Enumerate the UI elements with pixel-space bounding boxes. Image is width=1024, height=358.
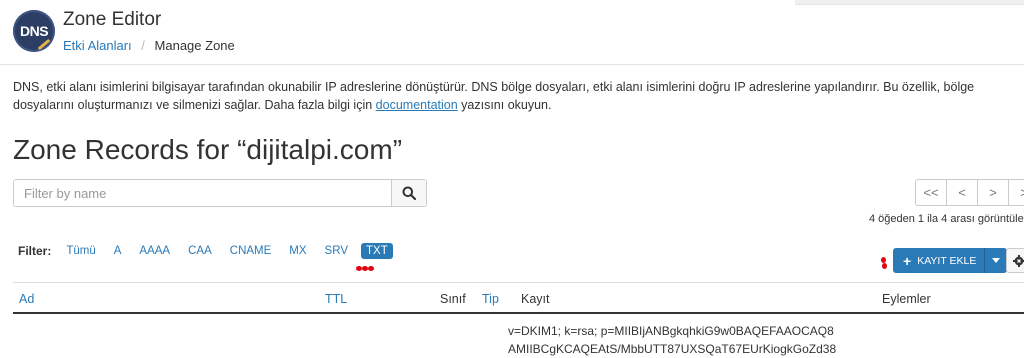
column-header-record: Kayıt: [521, 292, 550, 306]
filter-aaaa[interactable]: AAAA: [134, 243, 175, 259]
filter-label: Filter:: [18, 244, 52, 258]
description-text-after: yazısını okuyun.: [457, 98, 552, 112]
filter-cname[interactable]: CNAME: [225, 243, 277, 259]
breadcrumb-current: Manage Zone: [154, 38, 235, 53]
filter-txt[interactable]: TXT: [361, 243, 393, 259]
filter-a[interactable]: A: [109, 243, 127, 259]
page-title: Zone Editor: [63, 9, 162, 30]
zone-records-title: Zone Records for “dijitalpi.com”: [13, 134, 403, 165]
settings-button[interactable]: [1006, 248, 1024, 273]
caret-down-icon: [992, 258, 1001, 263]
annotation-dot-add-2: [882, 263, 887, 269]
pagination-info: 4 öğeden 1 ila 4 arası görüntüler: [869, 213, 1024, 225]
dns-logo-text: DNS: [19, 23, 49, 39]
records-table-header: Ad TTL Sınıf Tip Kayıt Eylemler: [13, 282, 1024, 314]
pen-icon: [37, 38, 51, 51]
gear-icon: [1013, 254, 1024, 267]
column-header-type[interactable]: Tip: [482, 292, 499, 306]
pagination: << < > >: [915, 179, 1024, 206]
record-type-filter: Filter: Tümü A AAAA CAA CNAME MX SRV TXT: [18, 243, 401, 259]
top-right-panel-edge: [795, 0, 1024, 5]
breadcrumb: Etki Alanları / Manage Zone: [63, 38, 235, 53]
prev-page-button[interactable]: <: [946, 179, 978, 206]
column-header-actions: Eylemler: [882, 292, 931, 306]
dns-logo: DNS: [13, 10, 55, 52]
app-header: DNS Zone Editor Etki Alanları / Manage Z…: [0, 0, 1024, 65]
column-header-ttl[interactable]: TTL: [325, 292, 347, 306]
documentation-link[interactable]: documentation: [376, 98, 458, 112]
annotation-dot-txt-3: [368, 266, 374, 271]
add-record-dropdown-toggle[interactable]: [984, 248, 1008, 273]
record-value-line-2: AMIIBCgKCAQEAtS/MbbUTT87UXSQaT67EUrKiogk…: [508, 342, 837, 356]
search-icon: [402, 186, 416, 200]
breadcrumb-separator: /: [141, 38, 145, 53]
record-value-line-1: v=DKIM1; k=rsa; p=MIIBIjANBgkqhkiG9w0BAQ…: [508, 324, 834, 338]
first-page-button[interactable]: <<: [915, 179, 947, 206]
plus-icon: +: [903, 252, 912, 269]
search-button[interactable]: [391, 180, 426, 206]
search-box: [13, 179, 427, 207]
table-row-record: v=DKIM1; k=rsa; p=MIIBIjANBgkqhkiG9w0BAQ…: [508, 322, 836, 358]
last-page-button[interactable]: >: [1008, 179, 1024, 206]
add-record-group: + KAYIT EKLE: [893, 248, 1008, 273]
page-description: DNS, etki alanı isimlerini bilgisayar ta…: [13, 78, 1018, 114]
add-record-button[interactable]: + KAYIT EKLE: [893, 248, 985, 273]
next-page-button[interactable]: >: [977, 179, 1009, 206]
filter-caa[interactable]: CAA: [183, 243, 217, 259]
column-header-class: Sınıf: [440, 292, 466, 306]
filter-mx[interactable]: MX: [284, 243, 311, 259]
filter-srv[interactable]: SRV: [320, 243, 353, 259]
filter-all[interactable]: Tümü: [61, 243, 100, 259]
column-header-name[interactable]: Ad: [19, 292, 34, 306]
filter-by-name-input[interactable]: [14, 180, 391, 206]
breadcrumb-domains-link[interactable]: Etki Alanları: [63, 38, 132, 53]
add-record-label: KAYIT EKLE: [917, 254, 977, 267]
